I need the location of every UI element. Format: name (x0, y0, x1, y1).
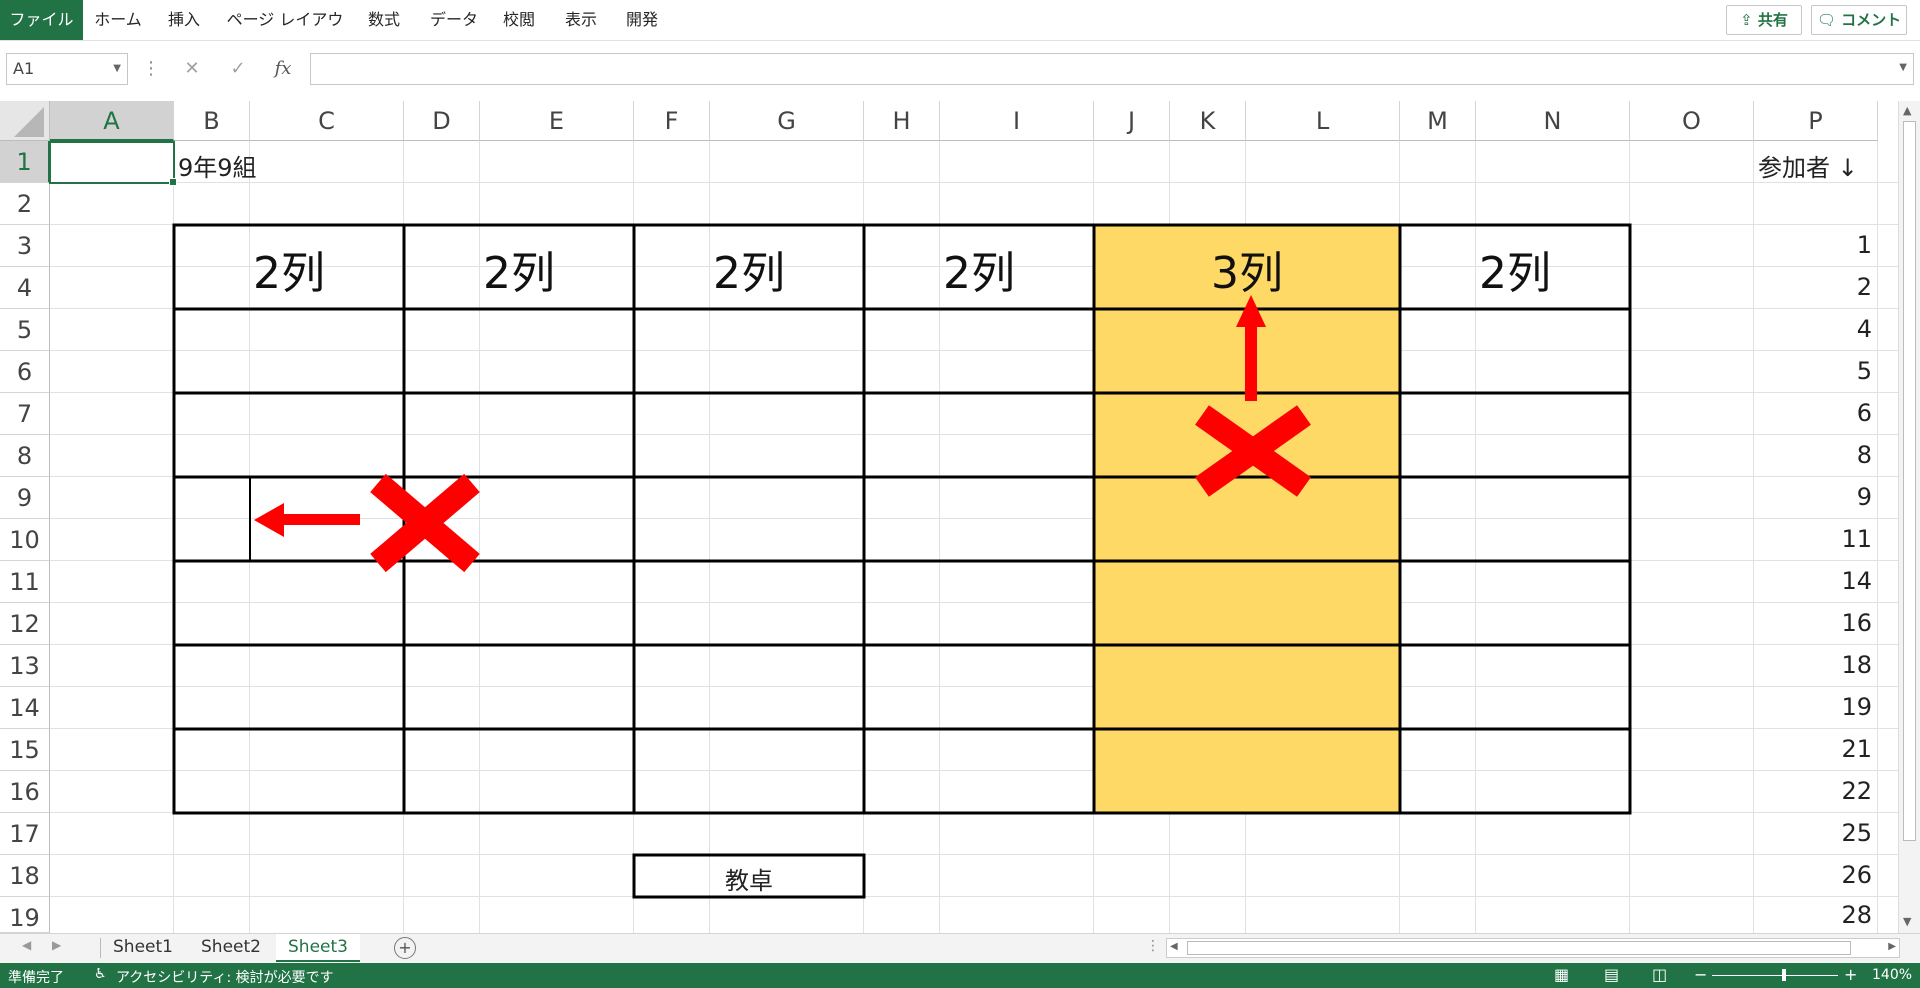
accessibility-icon[interactable]: ♿ (94, 966, 107, 982)
status-bar: 準備完了 ♿ アクセシビリティ: 検討が必要です ▦ ▤ ◫ − + 140% (0, 963, 1920, 988)
page-break-view-icon[interactable]: ◫ (1652, 965, 1667, 984)
next-sheet-icon[interactable]: ▶ (52, 938, 61, 952)
cross-mark-icon-right[interactable] (1195, 405, 1311, 497)
vertical-scrollbar[interactable]: ▲ ▼ (1898, 101, 1920, 933)
prev-sheet-icon[interactable]: ◀ (22, 938, 31, 952)
sheet-tab-2[interactable]: Sheet2 (192, 934, 270, 960)
ribbon-tabs: ファイル ホーム 挿入 ページ レイアウト 数式 データ 校閲 表示 開発 ⇪ … (0, 0, 1920, 69)
worksheet-grid[interactable]: A B C D E F G H I J K L M N O P 1 2 3 4 … (0, 101, 1898, 933)
formula-input[interactable]: ▼ (310, 53, 1914, 85)
up-arrow-icon[interactable] (1236, 295, 1266, 401)
scroll-up-icon[interactable]: ▲ (1903, 104, 1911, 117)
tab-review[interactable]: 校閲 (494, 0, 544, 40)
hscroll-thumb[interactable] (1187, 941, 1851, 955)
tab-data[interactable]: データ (425, 0, 483, 40)
scroll-down-icon[interactable]: ▼ (1903, 915, 1911, 928)
zoom-level[interactable]: 140% (1872, 967, 1912, 983)
sheet-tab-3-active[interactable]: Sheet3 (276, 934, 360, 962)
zoom-out-icon[interactable]: − (1694, 965, 1707, 984)
page-layout-view-icon[interactable]: ▤ (1604, 965, 1619, 984)
share-button[interactable]: ⇪ 共有 (1726, 5, 1802, 35)
more-options-icon[interactable]: ⋮ (142, 53, 160, 85)
sheet-tab-1[interactable]: Sheet1 (104, 934, 182, 960)
insert-function-icon[interactable]: fx (270, 53, 296, 85)
tab-formulas[interactable]: 数式 (360, 0, 408, 40)
annotation-shapes (254, 295, 1311, 573)
comment-icon: 🗨 (1816, 11, 1836, 29)
tab-divider (100, 938, 101, 958)
tab-home[interactable]: ホーム (88, 0, 148, 40)
horizontal-scrollbar[interactable]: ◀ ▶ (1166, 938, 1900, 958)
tab-insert[interactable]: 挿入 (155, 0, 213, 40)
formula-bar: A1 ▼ ⋮ ✕ ✓ fx ▼ (0, 41, 1920, 88)
expand-formula-icon[interactable]: ▼ (1899, 62, 1907, 73)
share-icon: ⇪ (1740, 11, 1753, 29)
scroll-left-icon[interactable]: ◀ (1170, 941, 1178, 952)
accessibility-status[interactable]: アクセシビリティ: 検討が必要です (116, 967, 334, 987)
comment-label: コメント (1841, 11, 1902, 29)
tab-view[interactable]: 表示 (556, 0, 606, 40)
tab-page-layout[interactable]: ページ レイアウト (220, 0, 350, 69)
name-box-value: A1 (13, 59, 35, 78)
comment-button[interactable]: 🗨 コメント (1811, 5, 1907, 35)
status-ready: 準備完了 (8, 970, 64, 986)
cross-mark-icon-left[interactable] (370, 473, 480, 573)
scroll-right-icon[interactable]: ▶ (1888, 941, 1896, 952)
scroll-thumb[interactable] (1903, 121, 1916, 841)
share-label: 共有 (1757, 11, 1788, 29)
cancel-icon[interactable]: ✕ (180, 53, 204, 85)
tab-developer[interactable]: 開発 (617, 0, 667, 40)
tab-file[interactable]: ファイル (0, 0, 83, 40)
split-handle-icon[interactable]: ⋮ (1146, 938, 1160, 954)
zoom-slider[interactable] (1712, 969, 1838, 981)
chevron-down-icon[interactable]: ▼ (113, 54, 121, 84)
add-sheet-icon[interactable]: + (394, 937, 416, 959)
name-box[interactable]: A1 ▼ (6, 53, 128, 85)
enter-icon[interactable]: ✓ (226, 53, 250, 85)
left-arrow-icon[interactable] (254, 503, 360, 537)
zoom-in-icon[interactable]: + (1844, 965, 1857, 984)
normal-view-icon[interactable]: ▦ (1554, 965, 1569, 984)
sheet-tab-bar: ◀ ▶ Sheet1 Sheet2 Sheet3 + ⋮ ◀ ▶ (0, 933, 1920, 964)
zoom-slider-thumb[interactable] (1782, 969, 1786, 981)
